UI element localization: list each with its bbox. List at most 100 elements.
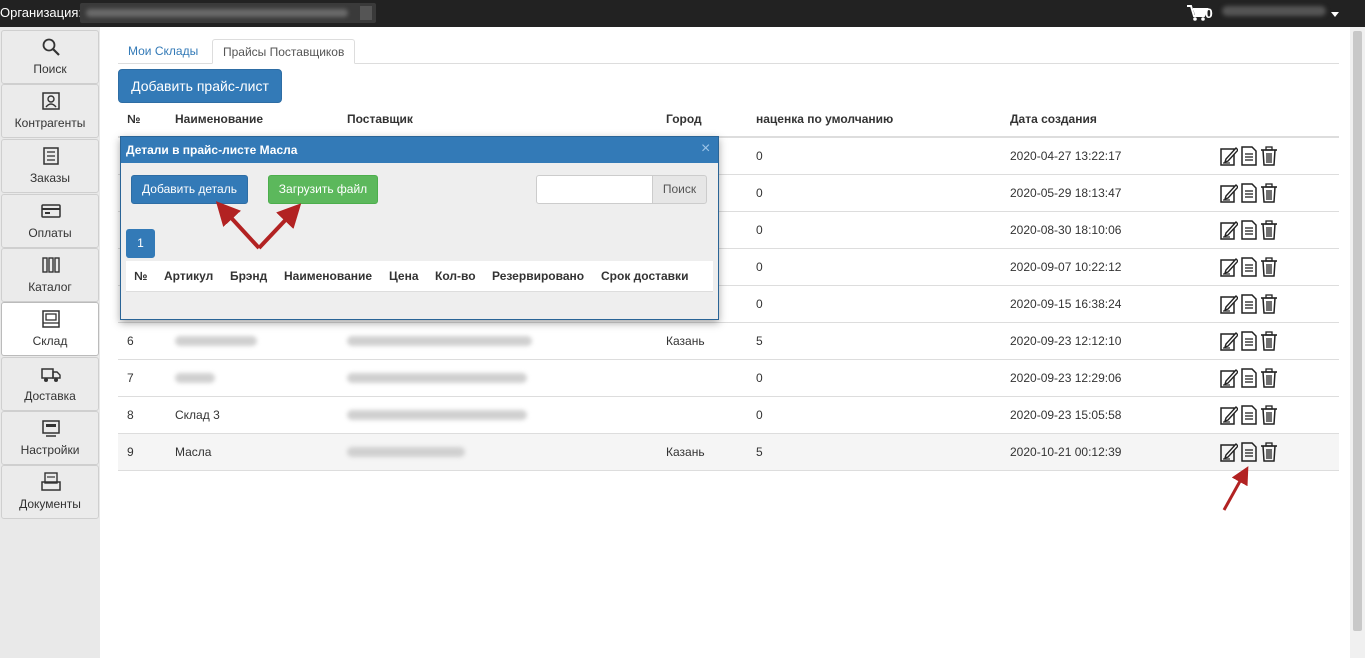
row-created: 2020-09-23 12:29:06	[1010, 371, 1122, 385]
trash-icon[interactable]	[1260, 183, 1278, 203]
vertical-scrollbar[interactable]	[1350, 27, 1365, 658]
upload-file-button[interactable]: Загрузить файл	[268, 175, 378, 204]
sidebar-item-orders[interactable]: Заказы	[1, 139, 99, 193]
table-row: 7 0 2020-09-23 12:29:06	[118, 360, 1339, 397]
details-icon[interactable]	[1240, 442, 1258, 462]
row-markup: 5	[756, 334, 763, 348]
row-created: 2020-09-07 10:22:12	[1010, 260, 1122, 274]
row-number: 9	[127, 445, 134, 459]
dialog-header: Детали в прайс-листе Масла ×	[121, 137, 718, 163]
row-actions	[1220, 442, 1280, 464]
edit-icon[interactable]	[1220, 220, 1239, 240]
details-icon[interactable]	[1240, 405, 1258, 425]
sidebar-item-label: Доставка	[24, 389, 76, 403]
row-markup: 0	[756, 260, 763, 274]
trash-icon[interactable]	[1260, 405, 1278, 425]
details-icon[interactable]	[1240, 220, 1258, 240]
detail-column-header: Срок доставки	[601, 269, 689, 283]
settings-icon	[42, 420, 60, 437]
trash-icon[interactable]	[1260, 220, 1278, 240]
row-number: 6	[127, 334, 134, 348]
trash-icon[interactable]	[1260, 294, 1278, 314]
details-icon[interactable]	[1240, 146, 1258, 166]
details-icon[interactable]	[1240, 331, 1258, 351]
tab-supplier-prices[interactable]: Прайсы Поставщиков	[212, 39, 356, 64]
sidebar-item-label: Документы	[19, 497, 81, 511]
search-icon	[42, 38, 60, 56]
trash-icon[interactable]	[1260, 368, 1278, 388]
edit-icon[interactable]	[1220, 331, 1239, 351]
row-number: 8	[127, 408, 134, 422]
row-markup: 0	[756, 297, 763, 311]
close-icon[interactable]: ×	[701, 141, 710, 157]
sidebar-item-payments[interactable]: Оплаты	[1, 194, 99, 248]
row-markup: 5	[756, 445, 763, 459]
chevron-down-icon[interactable]	[1331, 12, 1339, 17]
organization-name-redacted	[86, 9, 348, 17]
sidebar-item-label: Заказы	[29, 171, 71, 185]
warehouse-icon	[42, 310, 60, 328]
detail-column-header: Наименование	[284, 269, 373, 283]
row-markup: 0	[756, 223, 763, 237]
edit-icon[interactable]	[1220, 368, 1239, 388]
sidebar-item-warehouse[interactable]: Склад	[1, 302, 99, 356]
row-created: 2020-09-23 15:05:58	[1010, 408, 1122, 422]
add-detail-button[interactable]: Добавить деталь	[131, 175, 248, 204]
row-number: 7	[127, 371, 134, 385]
row-markup: 0	[756, 186, 763, 200]
edit-icon[interactable]	[1220, 146, 1239, 166]
details-icon[interactable]	[1240, 257, 1258, 277]
add-price-list-button[interactable]: Добавить прайс-лист	[118, 69, 282, 103]
detail-column-header: Цена	[389, 269, 419, 283]
price-list-details-dialog: Детали в прайс-листе Масла × Добавить де…	[120, 136, 719, 320]
tab-my-warehouses[interactable]: Мои Склады	[118, 39, 208, 64]
organization-select[interactable]	[80, 3, 376, 23]
redacted-supplier	[347, 447, 465, 457]
details-table-header: № Артикул Брэнд Наименование Цена Кол-во…	[126, 261, 713, 292]
redacted-supplier	[347, 373, 527, 383]
documents-icon	[41, 472, 61, 491]
sidebar-item-catalog[interactable]: Каталог	[1, 248, 99, 302]
column-header-markup: наценка по умолчанию	[756, 112, 894, 126]
search-button[interactable]: Поиск	[652, 175, 707, 204]
column-header-supplier: Поставщик	[347, 112, 413, 126]
edit-icon[interactable]	[1220, 183, 1239, 203]
edit-icon[interactable]	[1220, 442, 1239, 462]
detail-column-header: Артикул	[164, 269, 214, 283]
user-menu-redacted[interactable]	[1222, 6, 1326, 16]
edit-icon[interactable]	[1220, 294, 1239, 314]
edit-icon[interactable]	[1220, 257, 1239, 277]
cart-count[interactable]: 0	[1205, 5, 1213, 21]
row-actions	[1220, 146, 1280, 168]
search-input[interactable]	[536, 175, 653, 204]
row-actions	[1220, 257, 1280, 279]
pagination-page-1[interactable]: 1	[126, 229, 155, 258]
column-header-city: Город	[666, 112, 702, 126]
details-icon[interactable]	[1240, 183, 1258, 203]
row-created: 2020-08-30 18:10:06	[1010, 223, 1122, 237]
details-icon[interactable]	[1240, 294, 1258, 314]
row-markup: 0	[756, 408, 763, 422]
trash-icon[interactable]	[1260, 442, 1278, 462]
sidebar-item-delivery[interactable]: Доставка	[1, 357, 99, 411]
sidebar-item-search[interactable]: Поиск	[1, 30, 99, 84]
row-city: Казань	[666, 334, 705, 348]
edit-icon[interactable]	[1220, 405, 1239, 425]
sidebar-item-settings[interactable]: Настройки	[1, 411, 99, 465]
orders-icon	[43, 147, 59, 165]
details-icon[interactable]	[1240, 368, 1258, 388]
column-header-name: Наименование	[175, 112, 264, 126]
redacted-supplier	[347, 410, 527, 420]
sidebar-item-contractors[interactable]: Контрагенты	[1, 84, 99, 138]
redacted-name	[175, 336, 257, 346]
sidebar-item-documents[interactable]: Документы	[1, 465, 99, 519]
trash-icon[interactable]	[1260, 146, 1278, 166]
redacted-name	[175, 373, 215, 383]
row-city: Казань	[666, 445, 705, 459]
trash-icon[interactable]	[1260, 257, 1278, 277]
trash-icon[interactable]	[1260, 331, 1278, 351]
scrollbar-thumb[interactable]	[1353, 31, 1362, 631]
chevron-down-icon	[360, 6, 372, 20]
row-created: 2020-04-27 13:22:17	[1010, 149, 1122, 163]
sidebar-item-label: Каталог	[28, 280, 72, 294]
